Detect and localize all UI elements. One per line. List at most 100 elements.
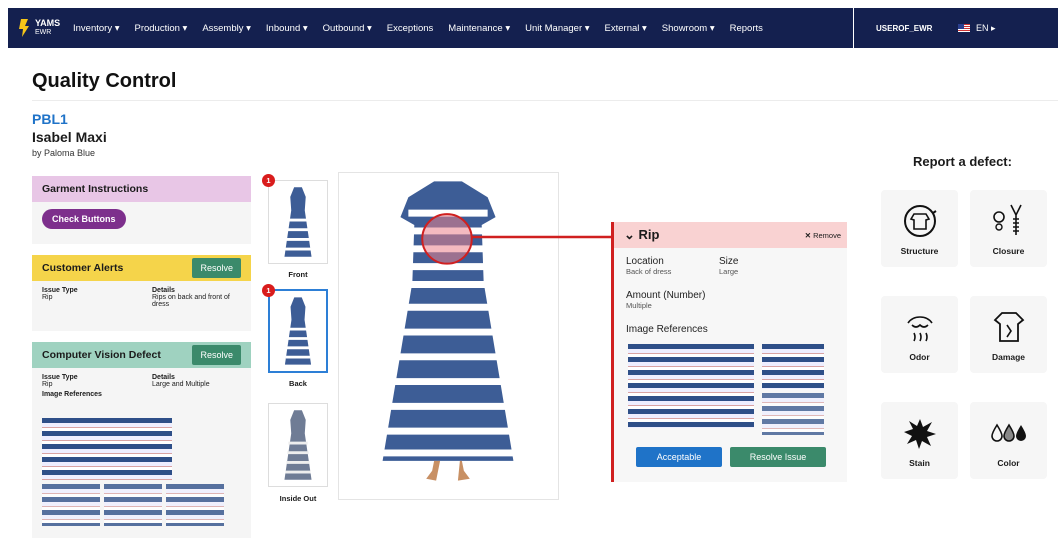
- defect-reference-image-1[interactable]: [762, 344, 824, 389]
- main-garment-image[interactable]: [338, 172, 559, 500]
- defect-card-stain[interactable]: Stain: [881, 402, 958, 479]
- structure-shirt-icon: [903, 205, 937, 237]
- dress-inside-out-image: [284, 410, 312, 480]
- size-value: Large: [719, 267, 739, 276]
- defect-card-label: Stain: [909, 458, 930, 468]
- top-nav-bar: YAMS EWR Inventory ▾ Production ▾ Assembl…: [8, 8, 1058, 48]
- cv-image-references-label: Image References: [42, 391, 102, 398]
- customer-alerts-resolve-button[interactable]: Resolve: [192, 258, 241, 278]
- garment-instructions-panel: Garment Instructions Check Buttons: [32, 176, 251, 244]
- defect-image-references-label: Image References: [626, 324, 708, 335]
- brand-logo[interactable]: YAMS EWR: [18, 18, 73, 38]
- cv-reference-image-main[interactable]: [42, 418, 172, 480]
- damage-shirt-icon: [993, 312, 1024, 342]
- brand-name: YAMS: [35, 18, 61, 28]
- us-flag-icon: [958, 24, 970, 32]
- customer-alerts-panel: Customer Alerts Resolve Issue Type Rip Det…: [32, 255, 251, 331]
- defect-card-label: Closure: [992, 246, 1025, 256]
- defect-reference-image-main[interactable]: [628, 344, 754, 428]
- defect-card-label: Odor: [909, 352, 930, 362]
- defect-header[interactable]: ⌄ Rip ✕ Remove: [614, 222, 847, 248]
- defect-location: Location Back of dress: [626, 256, 671, 276]
- customer-alerts-title: Customer Alerts: [42, 262, 124, 274]
- thumbnail-inside-out[interactable]: [268, 403, 328, 487]
- thumbnail-front-badge: 1: [262, 174, 275, 187]
- cv-defect-resolve-button[interactable]: Resolve: [192, 345, 241, 365]
- nav-item-outbound[interactable]: Outbound ▾: [323, 23, 372, 34]
- nav-item-reports[interactable]: Reports: [730, 23, 763, 34]
- amount-value: Multiple: [626, 301, 652, 310]
- dress-back-large-image: [382, 181, 514, 481]
- customer-alerts-body: Issue Type Rip Details Rips on back and fr…: [32, 281, 251, 308]
- nav-item-showroom[interactable]: Showroom ▾: [662, 23, 715, 34]
- nav-item-unit-manager[interactable]: Unit Manager ▾: [525, 23, 589, 34]
- nav-item-maintenance[interactable]: Maintenance ▾: [448, 23, 510, 34]
- defect-card-label: Damage: [991, 352, 1026, 362]
- defect-card-structure[interactable]: Structure: [881, 190, 958, 267]
- cv-defect-title: Computer Vision Defect: [42, 349, 161, 361]
- acceptable-button[interactable]: Acceptable: [636, 447, 722, 467]
- remove-defect-button[interactable]: ✕ Remove: [805, 231, 841, 240]
- defect-card-closure[interactable]: Closure: [970, 190, 1047, 267]
- product-name: Isabel Maxi: [32, 129, 107, 145]
- defect-title-text: Rip: [638, 227, 660, 242]
- defect-connector-line: [472, 235, 612, 239]
- cv-issue-type-value: Rip: [42, 381, 53, 388]
- product-code-link[interactable]: PBL1: [32, 111, 68, 127]
- location-label: Location: [626, 256, 664, 267]
- nav-item-inbound[interactable]: Inbound ▾: [266, 23, 308, 34]
- user-menu[interactable]: USEROF_EWR: [853, 8, 932, 48]
- defect-card-damage[interactable]: Damage: [970, 296, 1047, 373]
- garment-instructions-header: Garment Instructions: [32, 176, 251, 202]
- issue-type-label: Issue Type: [42, 287, 78, 294]
- nav-menu: Inventory ▾ Production ▾ Assembly ▾ Inbo…: [73, 8, 778, 48]
- details-value: Rips on back and front of dress: [152, 294, 230, 308]
- nav-item-assembly[interactable]: Assembly ▾: [202, 23, 251, 34]
- issue-type-value: Rip: [42, 294, 53, 301]
- cv-issue-type-label: Issue Type: [42, 374, 78, 381]
- report-defect-title: Report a defect:: [913, 154, 1012, 169]
- thumbnail-inside-out-label: Inside Out: [279, 494, 317, 503]
- cv-defect-header: Computer Vision Defect Resolve: [32, 342, 251, 368]
- dress-front-image: [284, 187, 312, 257]
- nav-item-exceptions[interactable]: Exceptions: [387, 23, 433, 34]
- defect-title: ⌄ Rip: [624, 227, 659, 243]
- odor-nose-icon: [906, 316, 933, 342]
- defect-reference-image-2[interactable]: [762, 393, 824, 435]
- chevron-down-icon[interactable]: ⌄: [624, 227, 639, 242]
- amount-label: Amount (Number): [626, 290, 706, 301]
- customer-alerts-header: Customer Alerts Resolve: [32, 255, 251, 281]
- page-title: Quality Control: [32, 70, 177, 92]
- yams-logo-icon: [19, 19, 29, 37]
- language-selector[interactable]: EN ▸: [958, 8, 996, 48]
- closure-zipper-icon: [992, 204, 1022, 235]
- thumbnail-back-badge: 1: [262, 284, 275, 297]
- defect-detail-panel: ⌄ Rip ✕ Remove Location Back of dress Siz…: [611, 222, 847, 482]
- defect-amount: Amount (Number) Multiple: [626, 290, 705, 310]
- nav-item-external[interactable]: External ▾: [605, 23, 647, 34]
- defect-card-color[interactable]: Color: [970, 402, 1047, 479]
- brand-location: EWR: [35, 29, 52, 36]
- computer-vision-defect-panel: Computer Vision Defect Resolve Issue Type…: [32, 342, 251, 538]
- resolve-issue-button[interactable]: Resolve Issue: [730, 447, 826, 467]
- nav-item-inventory[interactable]: Inventory ▾: [73, 23, 119, 34]
- thumbnail-back-label: Back: [289, 379, 307, 388]
- cv-reference-image-2[interactable]: [104, 484, 162, 526]
- thumbnail-front[interactable]: [268, 180, 328, 264]
- remove-defect-label: Remove: [813, 230, 841, 240]
- details-label: Details: [152, 287, 175, 294]
- cv-reference-image-3[interactable]: [166, 484, 224, 526]
- garment-instructions-title: Garment Instructions: [42, 183, 149, 195]
- defect-card-odor[interactable]: Odor: [881, 296, 958, 373]
- color-droplets-icon: [990, 423, 1026, 442]
- thumbnail-front-label: Front: [288, 270, 308, 279]
- nav-item-production[interactable]: Production ▾: [134, 23, 187, 34]
- cv-reference-image-1[interactable]: [42, 484, 100, 526]
- title-divider: [32, 100, 1058, 101]
- product-brand: by Paloma Blue: [32, 148, 96, 158]
- check-buttons-button[interactable]: Check Buttons: [42, 209, 126, 229]
- cv-details-value: Large and Multiple: [152, 381, 210, 388]
- thumbnail-back[interactable]: [268, 289, 328, 373]
- close-icon: ✕: [804, 230, 814, 240]
- language-label: EN ▸: [976, 22, 996, 33]
